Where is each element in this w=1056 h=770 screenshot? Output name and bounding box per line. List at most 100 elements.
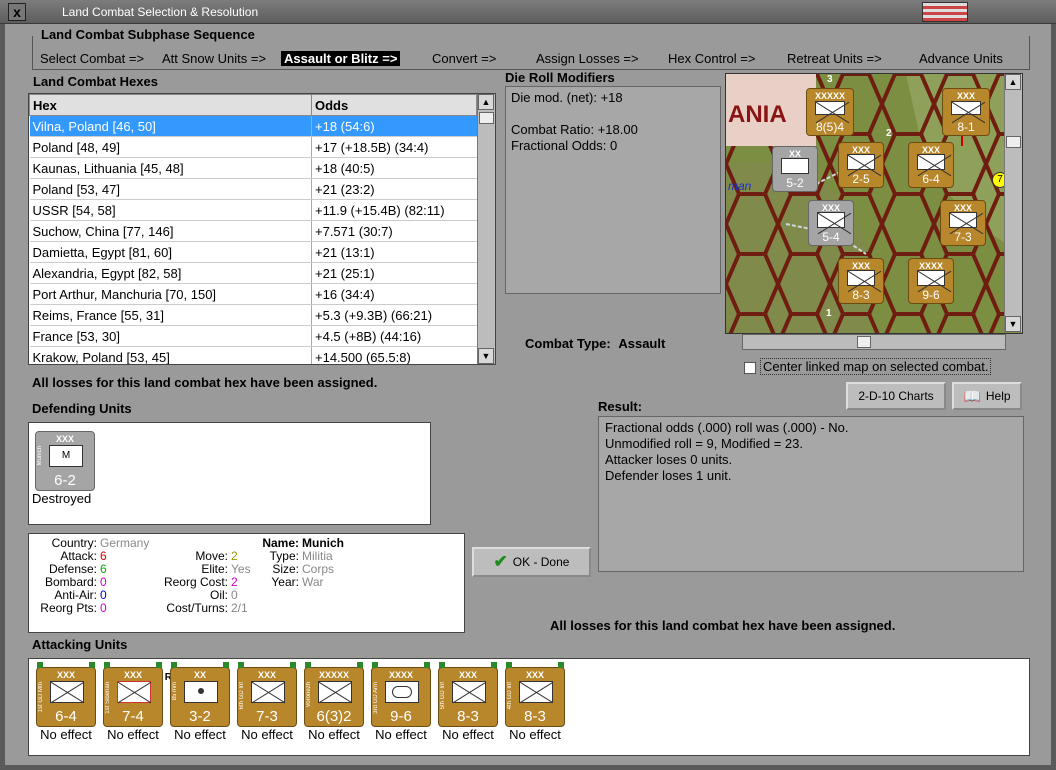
unit-strength: 9-6 <box>390 708 412 725</box>
scroll-up-icon[interactable]: ▲ <box>478 94 494 110</box>
hex-row[interactable]: Krakow, Poland [53, 45] +14.500 (65.5:8) <box>29 346 477 364</box>
attacking-unit-status: No effect <box>509 727 561 742</box>
status-dot-icon <box>104 662 110 668</box>
hex-row[interactable]: Kaunas, Lithuania [45, 48] +18 (40:5) <box>29 157 477 179</box>
map-counter-8[interactable]: XXX 8-3 <box>838 258 884 304</box>
odds-cell: +16 (34:4) <box>311 283 477 305</box>
attacking-unit[interactable]: XXX 1st Siberian 7-4 R <box>103 662 172 727</box>
defense-label: Defense: <box>48 562 97 576</box>
map-counter-6[interactable]: XXX 5-4 <box>808 200 854 246</box>
type-label: Type: <box>269 549 299 563</box>
attacking-unit[interactable]: XXX 4th GD Inf 8-3 <box>505 662 565 727</box>
map-counter-7[interactable]: XXX 7-3 <box>940 200 986 246</box>
hex-cell: Poland [48, 49] <box>29 136 312 158</box>
map-vscrollbar[interactable]: ▲ ▼ <box>1004 74 1022 332</box>
combat-ratio: Combat Ratio: +18.00 <box>511 122 638 137</box>
hex-cell: Port Arthur, Manchuria [70, 150] <box>29 283 312 305</box>
hex-row[interactable]: Poland [53, 47] +21 (23:2) <box>29 178 477 200</box>
map-counter-9[interactable]: XXXX 9-6 <box>908 258 954 304</box>
map-counter-5[interactable]: XXX 6-4 <box>908 142 954 188</box>
year-value: War <box>302 575 324 589</box>
hex-row[interactable]: Reims, France [55, 31] +5.3 (+9.3B) (66:2… <box>29 304 477 326</box>
unit-strength: 7-4 <box>122 708 144 725</box>
result-line-3: Attacker loses 0 units. <box>605 452 733 467</box>
odds-cell: +14.500 (65.5:8) <box>311 346 477 364</box>
scroll-thumb[interactable] <box>479 112 494 124</box>
step-hex-control: Hex Control => <box>668 51 756 66</box>
unit-strength: 3-2 <box>189 708 211 725</box>
attacking-unit[interactable]: XXXX 3rd GD Arm 9-6 <box>371 662 431 727</box>
odds-cell: +5.3 (+9.3B) (66:21) <box>311 304 477 326</box>
attacking-unit[interactable]: XXX 1st GD Mtn 6-4 <box>36 662 96 727</box>
odds-cell: +7.571 (30:7) <box>311 220 477 242</box>
defending-unit[interactable]: XXX Munich M 6-2 <box>35 431 95 491</box>
hex-row[interactable]: Alexandria, Egypt [82, 58] +21 (25:1) <box>29 262 477 284</box>
close-icon[interactable]: x <box>8 3 26 21</box>
map-hscroll-thumb[interactable] <box>857 336 871 348</box>
combat-type-value: Assault <box>618 336 666 351</box>
ok-done-button[interactable]: ✔ OK - Done <box>472 547 591 577</box>
unit-name: 85 mm <box>172 682 178 701</box>
combat-type-label: Combat Type: <box>525 336 611 351</box>
linked-map[interactable]: ANIA man XXXXX 8(5)4 XXX 8-1 XX 5-2 XXX 2-5 … <box>725 73 1023 334</box>
losses-assigned-text-top: All losses for this land combat hex have… <box>32 375 378 390</box>
map-scroll-thumb[interactable] <box>1006 136 1021 148</box>
ok-label: OK - Done <box>512 555 570 569</box>
attacking-unit[interactable]: XXX 5th GD Inf 8-3 <box>438 662 498 727</box>
defending-unit-name: Munich <box>37 446 43 466</box>
unit-symbol-icon <box>117 681 151 703</box>
attacking-unit[interactable]: XX 85 mm 3-2 <box>170 662 230 727</box>
hex-row[interactable]: Port Arthur, Manchuria [70, 150] +16 (34:… <box>29 283 477 305</box>
map-scroll-down-icon[interactable]: ▼ <box>1005 316 1021 332</box>
hex-row[interactable]: Vilna, Poland [46, 50] +18 (54:6) <box>29 115 477 137</box>
center-map-label[interactable]: Center linked map on selected combat. <box>760 358 992 375</box>
hexes-label: Land Combat Hexes <box>33 74 158 89</box>
unit-size: XXX <box>525 670 544 680</box>
unit-strength: 6(3)2 <box>316 708 352 725</box>
unit-name: 4th GD Inf <box>507 682 513 710</box>
column-odds[interactable]: Odds <box>311 94 477 116</box>
reorg-pts-value: 0 <box>100 601 107 615</box>
scroll-down-icon[interactable]: ▼ <box>478 348 494 364</box>
hex-row[interactable]: Damietta, Egypt [81, 60] +21 (13:1) <box>29 241 477 263</box>
unit-symbol-icon <box>251 681 285 703</box>
map-scroll-up-icon[interactable]: ▲ <box>1005 74 1021 90</box>
die-roll-label: Die Roll Modifiers <box>505 70 615 85</box>
attacking-unit-status: No effect <box>40 727 92 742</box>
die-mod-net: Die mod. (net): +18 <box>511 90 623 105</box>
charts-button[interactable]: 2-D-10 Charts <box>846 382 946 410</box>
map-counter-1[interactable]: XXXXX 8(5)4 <box>806 88 854 136</box>
map-counter-4[interactable]: XXX 2-5 <box>838 142 884 188</box>
column-hex[interactable]: Hex <box>29 94 312 116</box>
status-dot-icon <box>37 662 43 668</box>
hex-cell: Reims, France [55, 31] <box>29 304 312 326</box>
hex-row[interactable]: France [53, 30] +4.5 (+8B) (44:16) <box>29 325 477 347</box>
attack-value: 6 <box>100 549 107 563</box>
help-button[interactable]: 📖 Help <box>952 382 1022 410</box>
odds-cell: +4.5 (+8B) (44:16) <box>311 325 477 347</box>
attacking-unit[interactable]: XXXXX Voronezh 6(3)2 <box>304 662 364 727</box>
map-label-ania: ANIA <box>728 101 787 128</box>
unit-size: XXXX <box>388 670 413 680</box>
hex-cell: Damietta, Egypt [81, 60] <box>29 241 312 263</box>
hex-row[interactable]: USSR [54, 58] +11.9 (+15.4B) (82:11) <box>29 199 477 221</box>
map-counter-2[interactable]: XXX 8-1 <box>942 88 990 136</box>
hex-cell: Vilna, Poland [46, 50] <box>29 115 312 137</box>
defending-unit-size: XXX <box>55 434 74 444</box>
unit-size: XXX <box>123 670 142 680</box>
attacking-unit-status: No effect <box>308 727 360 742</box>
hexes-scrollbar[interactable]: ▲ ▼ <box>477 94 495 364</box>
odds-cell: +21 (23:2) <box>311 178 477 200</box>
attacking-unit-status: No effect <box>107 727 159 742</box>
center-map-checkbox[interactable] <box>744 362 756 374</box>
hex-row[interactable]: Suchow, China [77, 146] +7.571 (30:7) <box>29 220 477 242</box>
attacking-unit[interactable]: XXX 6th GD Inf 7-3 <box>237 662 297 727</box>
unit-strength: 8-3 <box>457 708 479 725</box>
status-dot-icon <box>491 662 497 668</box>
map-hscrollbar[interactable] <box>742 334 1006 350</box>
sequence-label: Land Combat Subphase Sequence <box>38 27 258 42</box>
defending-label: Defending Units <box>32 401 132 416</box>
map-counter-3[interactable]: XX 5-2 <box>772 146 818 192</box>
hex-row[interactable]: Poland [48, 49] +17 (+18.5B) (34:4) <box>29 136 477 158</box>
status-dot-icon <box>223 662 229 668</box>
